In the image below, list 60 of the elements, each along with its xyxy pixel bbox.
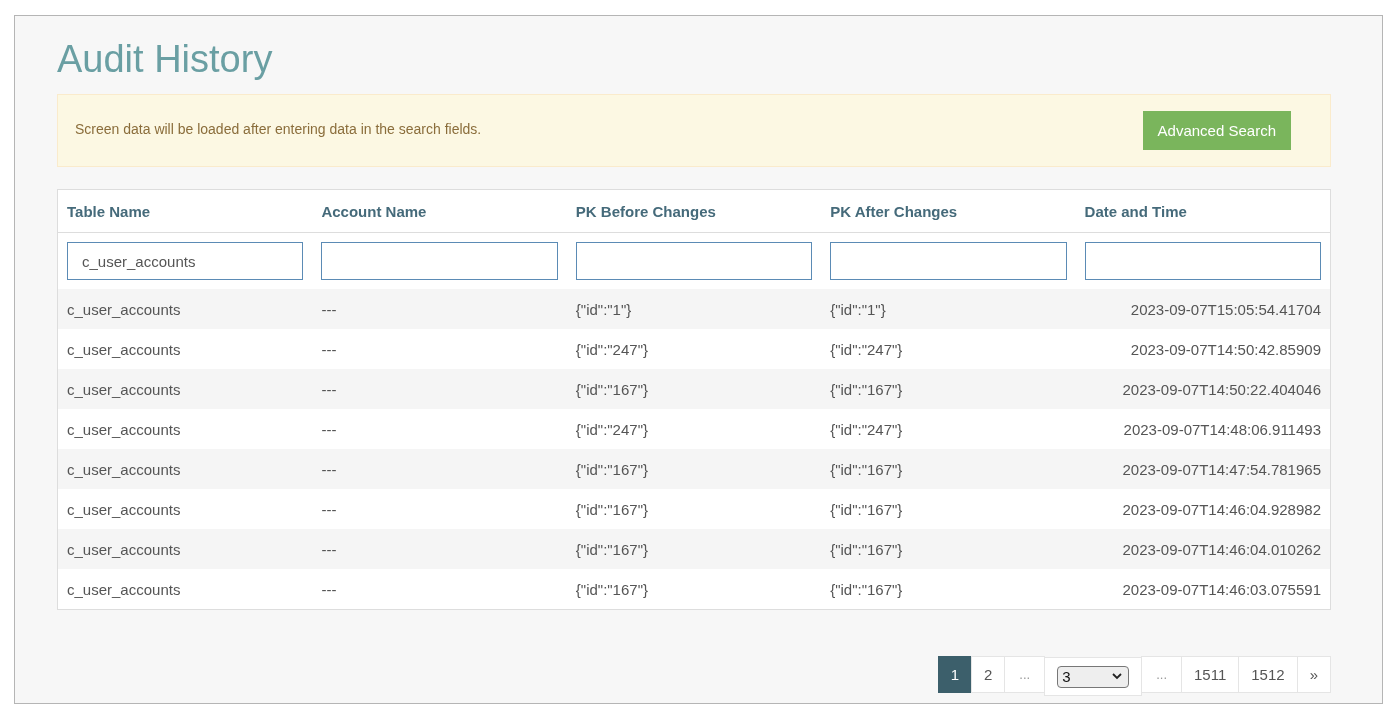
table-cell-text: c_user_accounts — [66, 500, 182, 518]
table-cell-text: {"id":"167"} — [574, 380, 649, 398]
table-cell-text: c_user_accounts — [66, 460, 182, 478]
table-cell-text: --- — [320, 580, 338, 598]
column-header[interactable]: Table Name — [58, 202, 313, 220]
filter-field[interactable] — [575, 242, 813, 280]
table-cell-text: --- — [320, 420, 338, 438]
filter-field[interactable] — [1084, 242, 1321, 280]
table-cell-text: --- — [320, 300, 338, 318]
table-cell-text: --- — [320, 340, 338, 358]
page-button[interactable]: 1512 — [1238, 656, 1298, 693]
table-cell-text: {"id":"167"} — [574, 500, 649, 518]
column-header[interactable]: PK Before Changes — [566, 202, 822, 220]
table-cell-text: {"id":"1"} — [829, 300, 887, 318]
table-cell-text: --- — [320, 380, 338, 398]
table-cell-text: 2023-09-07T14:46:03.075591 — [1121, 580, 1322, 598]
table-cell-text: {"id":"167"} — [574, 580, 649, 598]
table-cell-text: 2023-09-07T14:47:54.781965 — [1121, 460, 1322, 478]
table-cell-text: {"id":"167"} — [829, 500, 904, 518]
table-cell-text: {"id":"167"} — [829, 460, 904, 478]
table-cell-text: 2023-09-07T15:05:54.41704 — [1129, 300, 1322, 318]
column-header[interactable]: PK After Changes — [821, 202, 1076, 220]
table-cell-text: {"id":"247"} — [829, 420, 904, 438]
pagination-ellipsis: ... — [1004, 656, 1046, 693]
table-cell-text: {"id":"167"} — [829, 380, 904, 398]
table-cell-text: --- — [320, 540, 338, 558]
table-cell-text: {"id":"247"} — [574, 420, 649, 438]
filter-field[interactable] — [830, 242, 1067, 280]
table-cell-text: {"id":"167"} — [829, 580, 904, 598]
alert-message: Screen data will be loaded after entering data in the search fields. — [75, 120, 482, 137]
table-cell-text: 2023-09-07T14:50:22.404046 — [1121, 380, 1322, 398]
table-cell-text: --- — [320, 500, 338, 518]
table-cell-text: {"id":"247"} — [829, 340, 904, 358]
table-cell-text: {"id":"167"} — [574, 460, 649, 478]
column-header[interactable]: Date and Time — [1075, 202, 1330, 220]
page-select[interactable]: 3 — [1044, 657, 1143, 696]
pagination-ellipsis: ... — [1141, 656, 1182, 693]
next-page-button[interactable]: » — [1296, 656, 1331, 693]
table-cell-text: {"id":"167"} — [829, 540, 904, 558]
table-cell-text: {"id":"247"} — [574, 340, 649, 358]
table-cell-text: 2023-09-07T14:46:04.928982 — [1121, 500, 1322, 518]
table-cell-text: c_user_accounts — [66, 380, 182, 398]
table-cell-text: 2023-09-07T14:46:04.010262 — [1121, 540, 1322, 558]
chevron-down-icon — [1112, 673, 1123, 680]
table-cell-text: c_user_accounts — [66, 540, 182, 558]
page-button[interactable]: 1 — [937, 656, 972, 693]
filter-field[interactable]: c_user_accounts — [67, 242, 304, 280]
table-cell-text: c_user_accounts — [66, 420, 182, 438]
table-cell-text: {"id":"1"} — [574, 300, 633, 318]
column-header[interactable]: Account Name — [312, 202, 567, 220]
table-cell-text: c_user_accounts — [66, 300, 182, 318]
filter-field[interactable] — [321, 242, 558, 280]
table-cell-text: c_user_accounts — [66, 580, 182, 598]
table-cell-text: c_user_accounts — [66, 340, 182, 358]
table-cell-text: 2023-09-07T14:48:06.911493 — [1122, 420, 1322, 438]
table-cell-text: --- — [320, 460, 338, 478]
table-cell-text: {"id":"167"} — [574, 540, 649, 558]
page-title: Audit History — [57, 37, 274, 82]
table-cell-text: 2023-09-07T14:50:42.85909 — [1129, 340, 1322, 358]
page-button[interactable]: 1511 — [1181, 656, 1240, 693]
